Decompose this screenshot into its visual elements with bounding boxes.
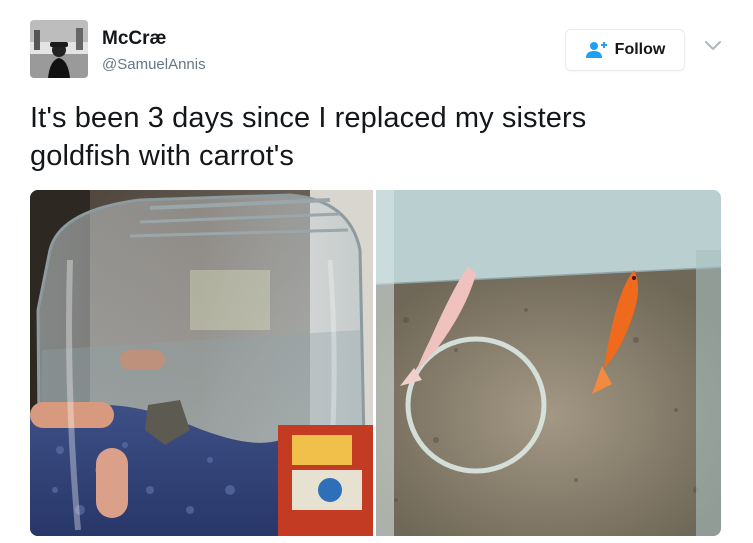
avatar[interactable] [30, 20, 88, 78]
avatar-image [30, 20, 88, 78]
tweet-card: McCræ @SamuelAnnis Follow It's been 3 da… [0, 0, 753, 543]
jar-photo-image [30, 190, 373, 536]
jar-with-carrots-photo[interactable] [30, 190, 373, 536]
add-user-icon [585, 42, 607, 58]
tank-with-goldfish-photo[interactable] [376, 190, 721, 536]
display-name[interactable]: McCræ [102, 28, 166, 50]
tank-photo-image [376, 190, 721, 536]
tweet-text-line-1: It's been 3 days since I replaced my sis… [30, 102, 587, 134]
chevron-down-icon[interactable] [704, 40, 722, 52]
user-handle[interactable]: @SamuelAnnis [102, 56, 206, 73]
tweet-text: It's been 3 days since I replaced my sis… [30, 99, 730, 175]
tweet-text-line-2: goldfish with carrot's [30, 140, 295, 172]
follow-button[interactable]: Follow [565, 29, 685, 71]
follow-button-label: Follow [614, 41, 666, 58]
